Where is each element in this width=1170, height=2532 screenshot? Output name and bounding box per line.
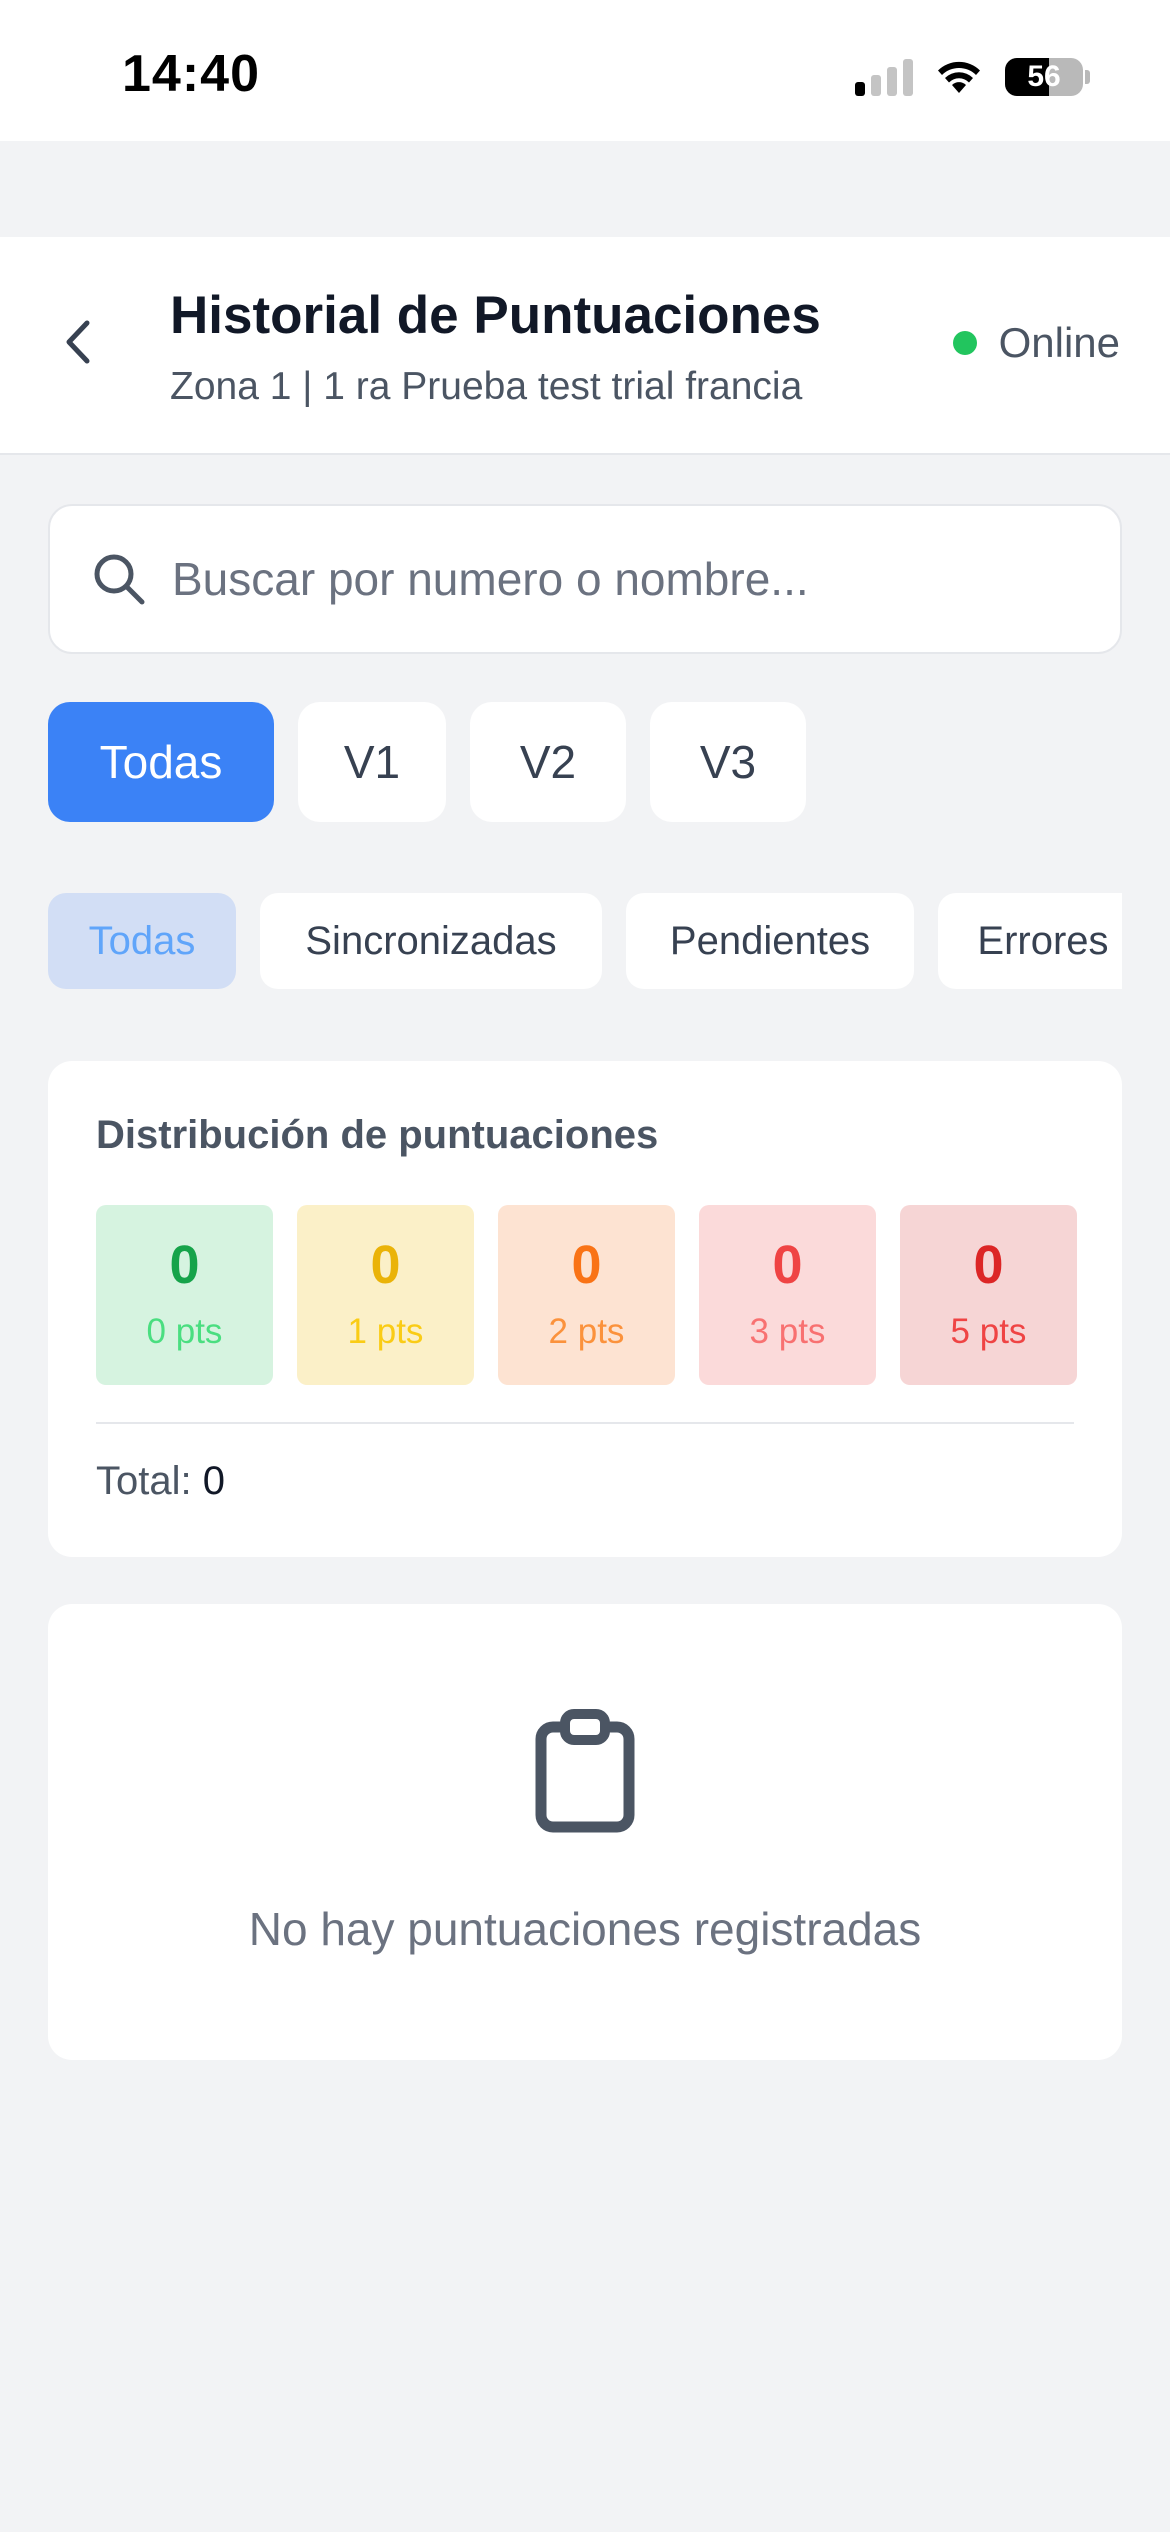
bucket-label: 0 pts: [146, 1312, 223, 1351]
filter-todas[interactable]: Todas: [48, 893, 236, 989]
status-bar: 14:40 56: [0, 0, 1170, 141]
total-value: 0: [202, 1459, 225, 1503]
bucket-label: 2 pts: [548, 1312, 625, 1351]
battery-tip: [1085, 70, 1090, 84]
tab-v3[interactable]: V3: [650, 702, 806, 822]
filter-errores[interactable]: Errores: [938, 893, 1122, 989]
divider: [96, 1422, 1074, 1424]
distribution-card: Distribución de puntuaciones 0 0 pts 0 1…: [48, 1061, 1122, 1557]
connection-label: Online: [998, 319, 1120, 366]
bucket-count: 0: [370, 1235, 401, 1295]
header: Historial de Puntuaciones Zona 1 | 1 ra …: [0, 237, 1170, 455]
page-subtitle: Zona 1 | 1 ra Prueba test trial francia: [170, 365, 803, 408]
cellular-signal-icon: [855, 58, 913, 96]
bucket-count: 0: [169, 1235, 200, 1295]
search-box: [48, 504, 1122, 654]
status-filters: Todas Sincronizadas Pendientes Errores: [48, 893, 1122, 989]
wifi-icon: [938, 61, 980, 93]
round-tabs: Todas V1 V2 V3: [48, 702, 806, 822]
clipboard-icon: [535, 1709, 635, 1833]
chevron-left-icon: [66, 320, 90, 364]
connection-status: Online: [952, 319, 1120, 367]
back-button[interactable]: [52, 307, 104, 377]
status-icons: 56: [855, 56, 1090, 98]
tab-todas[interactable]: Todas: [48, 702, 274, 822]
bucket-label: 5 pts: [950, 1312, 1027, 1351]
search-icon: [94, 554, 145, 605]
bucket-3-pts: 0 3 pts: [699, 1205, 876, 1385]
bucket-1-pts: 0 1 pts: [297, 1205, 474, 1385]
bucket-0-pts: 0 0 pts: [96, 1205, 273, 1385]
bucket-count: 0: [772, 1235, 803, 1295]
bucket-5-pts: 0 5 pts: [900, 1205, 1077, 1385]
page-title: Historial de Puntuaciones: [170, 286, 821, 345]
bucket-2-pts: 0 2 pts: [498, 1205, 675, 1385]
bucket-count: 0: [973, 1235, 1004, 1295]
bucket-label: 1 pts: [347, 1312, 424, 1351]
battery-level: 56: [1027, 60, 1061, 93]
search-input[interactable]: [172, 506, 1090, 652]
tab-v2[interactable]: V2: [470, 702, 626, 822]
status-time: 14:40: [122, 45, 260, 103]
online-dot-icon: [952, 331, 977, 355]
empty-state-message: No hay puntuaciones registradas: [248, 1903, 922, 1955]
tab-v1[interactable]: V1: [298, 702, 446, 822]
distribution-title: Distribución de puntuaciones: [96, 1113, 659, 1157]
bucket-count: 0: [571, 1235, 602, 1295]
total-label: Total:: [96, 1459, 192, 1503]
filter-sincronizadas[interactable]: Sincronizadas: [260, 893, 602, 989]
filter-pendientes[interactable]: Pendientes: [626, 893, 914, 989]
bucket-label: 3 pts: [749, 1312, 826, 1351]
distribution-total: Total: 0: [96, 1459, 225, 1504]
battery-icon: 56: [1005, 58, 1083, 96]
distribution-buckets: 0 0 pts 0 1 pts 0 2 pts 0 3 pts 0 5 pts: [96, 1205, 1077, 1385]
empty-state-card: No hay puntuaciones registradas: [48, 1604, 1122, 2060]
